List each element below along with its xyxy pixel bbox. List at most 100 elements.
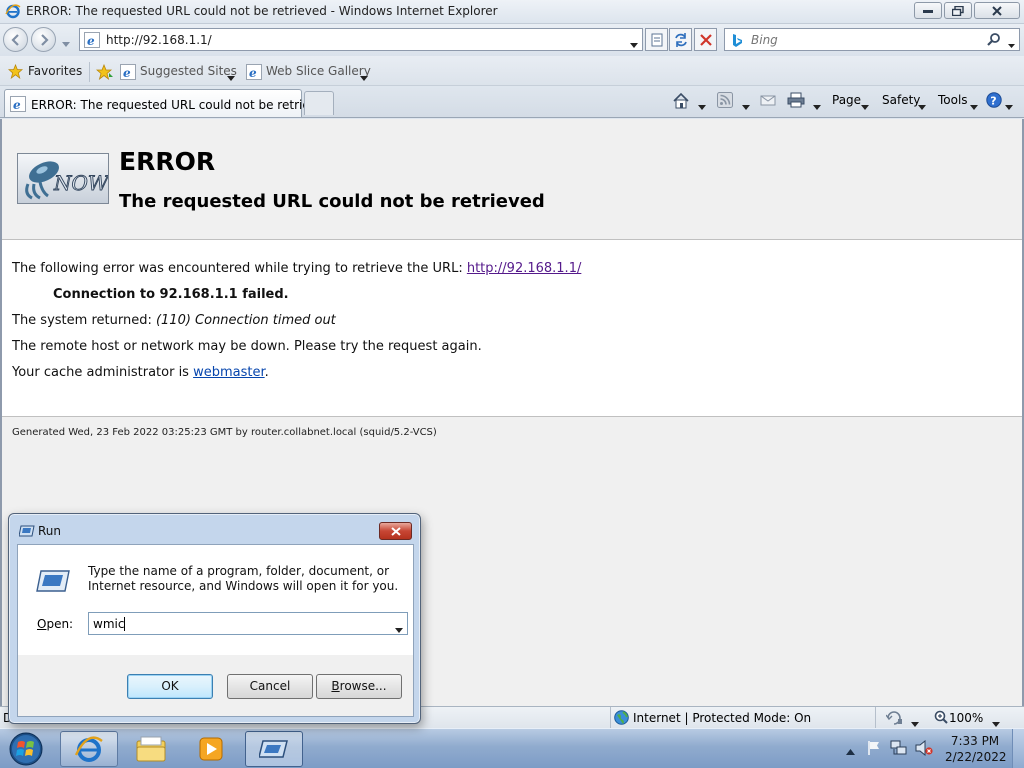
help-icon[interactable]: ? (986, 92, 1002, 111)
system-returned-line: The system returned: (110) Connection ti… (12, 313, 336, 328)
address-bar[interactable]: e http://92.168.1.1/ (79, 28, 643, 51)
favorites-button[interactable]: Favorites (28, 64, 82, 78)
suggested-sites-chevron-down-icon[interactable] (227, 70, 235, 84)
error-subheading: The requested URL could not be retrieved (119, 191, 545, 212)
taskbar: 7:33 PM 2/22/2022 (0, 728, 1024, 768)
compatibility-view-button[interactable] (645, 28, 668, 51)
bing-icon (731, 33, 743, 51)
close-window-button[interactable] (974, 2, 1020, 19)
run-dialog-titlebar[interactable]: Run (17, 522, 412, 544)
web-slice-gallery-chevron-down-icon[interactable] (360, 70, 368, 84)
remote-host-message: The remote host or network may be down. … (12, 339, 482, 354)
read-mail-icon[interactable] (760, 92, 776, 111)
window-titlebar: ERROR: The requested URL could not be re… (0, 0, 1024, 24)
ok-button[interactable]: OK (127, 674, 213, 699)
zoom-icon[interactable] (934, 710, 948, 727)
error-intro-line: The following error was encountered whil… (12, 261, 581, 276)
favorites-separator (89, 62, 90, 82)
cancel-button[interactable]: Cancel (227, 674, 313, 699)
feeds-icon[interactable] (717, 92, 733, 111)
cache-admin-line: Your cache administrator is webmaster. (12, 365, 269, 380)
home-chevron-down-icon[interactable] (698, 99, 706, 113)
tab-page-icon: e (10, 96, 26, 115)
suggested-sites-page-icon: e (120, 64, 136, 83)
clock-time[interactable]: 7:33 PM (945, 734, 1005, 748)
open-combobox[interactable] (88, 612, 408, 635)
tools-menu-chevron-down-icon[interactable] (970, 99, 978, 113)
run-dialog-close-button[interactable] (379, 522, 412, 540)
svg-text:e: e (87, 34, 95, 48)
tab-row: e ERROR: The requested URL could not be … (0, 86, 1024, 118)
taskbar-run-dialog[interactable] (245, 731, 303, 767)
favorites-star-icon (7, 63, 24, 82)
search-icon[interactable] (987, 32, 1001, 49)
svg-text:NOW: NOW (53, 171, 108, 195)
favorites-bar: Favorites e Suggested Sites e Web Slice … (0, 56, 1024, 86)
taskbar-internet-explorer[interactable] (60, 731, 118, 767)
forward-button[interactable] (31, 27, 56, 52)
feeds-chevron-down-icon[interactable] (742, 99, 750, 113)
help-chevron-down-icon[interactable] (1005, 99, 1013, 113)
security-zone[interactable]: Internet | Protected Mode: On (610, 707, 876, 729)
run-program-icon (36, 569, 70, 596)
taskbar-media-player[interactable] (182, 731, 240, 767)
tools-menu[interactable]: Tools (938, 93, 968, 107)
webmaster-link[interactable]: webmaster (193, 365, 265, 380)
protected-mode-icon[interactable] (885, 710, 904, 728)
page-menu[interactable]: Page (832, 93, 861, 107)
safety-menu[interactable]: Safety (882, 93, 920, 107)
page-menu-chevron-down-icon[interactable] (861, 99, 869, 113)
run-dialog: Run Type the name of a program, folder, … (8, 513, 421, 724)
run-dialog-body: Type the name of a program, folder, docu… (17, 544, 414, 655)
tab-error-page[interactable]: e ERROR: The requested URL could not be … (4, 89, 332, 117)
add-to-favorites-bar-icon[interactable] (95, 63, 114, 83)
search-options-chevron-down-icon[interactable] (1008, 37, 1015, 51)
run-dialog-buttons: OK Cancel Browse... (17, 655, 414, 717)
address-dropdown-chevron-down-icon[interactable] (630, 37, 638, 51)
svg-text:e: e (123, 66, 131, 80)
tab-label: ERROR: The requested URL could not be re… (31, 98, 332, 112)
restore-button[interactable] (944, 2, 972, 19)
error-url-link[interactable]: http://92.168.1.1/ (467, 261, 582, 276)
window-title: ERROR: The requested URL could not be re… (26, 4, 498, 18)
run-description: Type the name of a program, folder, docu… (88, 564, 399, 593)
start-button[interactable] (4, 731, 48, 767)
run-title-icon (18, 525, 35, 540)
clock-date[interactable]: 2/22/2022 (945, 750, 1007, 764)
search-input[interactable] (751, 32, 981, 48)
safety-menu-chevron-down-icon[interactable] (918, 99, 926, 113)
svg-text:e: e (249, 66, 257, 80)
open-label: Open: (37, 617, 74, 631)
action-center-flag-icon[interactable] (866, 740, 882, 759)
address-url: http://92.168.1.1/ (106, 33, 212, 47)
web-slice-gallery-link[interactable]: Web Slice Gallery (266, 64, 371, 78)
show-desktop-button[interactable] (1012, 729, 1024, 768)
open-history-chevron-down-icon[interactable] (395, 622, 403, 636)
volume-muted-icon[interactable] (915, 739, 933, 759)
connection-failed-text: Connection to 92.168.1.1 failed. (53, 287, 289, 302)
recent-pages-chevron-down-icon[interactable] (62, 36, 70, 50)
new-tab-button[interactable] (304, 91, 334, 115)
suggested-sites-link[interactable]: Suggested Sites (140, 64, 237, 78)
home-icon[interactable] (672, 92, 690, 113)
minimize-button[interactable] (914, 2, 942, 19)
open-input[interactable] (93, 616, 383, 632)
show-hidden-icons-chevron-up-icon[interactable] (846, 744, 855, 758)
browse-button[interactable]: Browse... (316, 674, 402, 699)
error-intro-text: The following error was encountered whil… (12, 261, 467, 276)
error-heading: ERROR (119, 147, 216, 176)
taskbar-windows-explorer[interactable] (122, 731, 180, 767)
stop-button[interactable] (694, 28, 717, 51)
generated-footer-text: Generated Wed, 23 Feb 2022 03:25:23 GMT … (12, 427, 437, 438)
system-returned-label: The system returned: (12, 313, 156, 328)
internet-explorer-icon (5, 3, 21, 19)
print-chevron-down-icon[interactable] (813, 99, 821, 113)
back-button[interactable] (3, 27, 28, 52)
refresh-button[interactable] (669, 28, 692, 51)
network-icon[interactable] (890, 740, 908, 759)
print-icon[interactable] (787, 92, 805, 111)
zoom-level[interactable]: 100% (949, 711, 983, 725)
web-slice-page-icon: e (246, 64, 262, 83)
page-icon: e (84, 32, 100, 51)
search-box[interactable] (724, 28, 1020, 51)
